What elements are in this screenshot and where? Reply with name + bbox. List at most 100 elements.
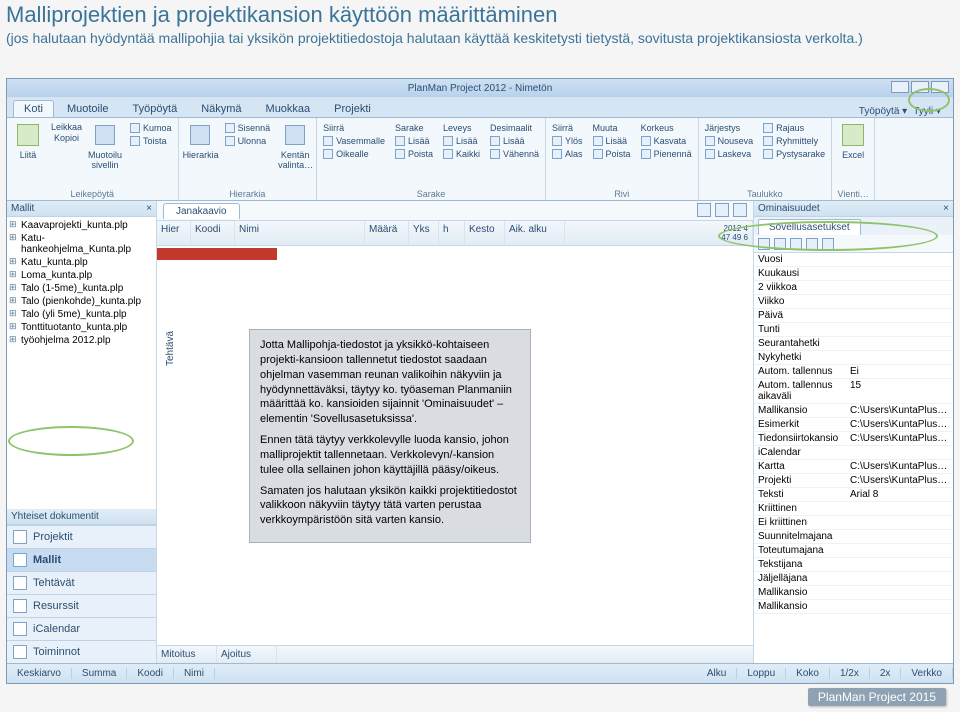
cut-button[interactable]: Leikkaa — [51, 122, 82, 132]
status-cell[interactable]: 2x — [870, 668, 902, 679]
property-row[interactable]: iCalendar — [754, 446, 953, 460]
foot-mitoitus[interactable]: Mitoitus — [157, 646, 217, 663]
col-left-button[interactable]: Vasemmalle — [321, 135, 387, 147]
tab-muokkaa[interactable]: Muokkaa — [255, 100, 322, 117]
property-row[interactable]: EsimerkitC:\Users\KuntaPlus\Documen… — [754, 418, 953, 432]
status-cell[interactable]: Summa — [72, 668, 127, 679]
indent-button[interactable]: Sisennä — [223, 122, 273, 134]
template-file[interactable]: Kaavaprojekti_kunta.plp — [7, 219, 156, 232]
redo-button[interactable]: Toista — [128, 135, 174, 147]
workspace-button[interactable]: Työpöytä ▾ — [859, 106, 907, 117]
property-row[interactable]: Autom. tallennus aikaväli15 — [754, 379, 953, 404]
property-row[interactable]: Ei kriittinen — [754, 516, 953, 530]
col-header[interactable]: h — [439, 221, 465, 245]
col-plus-button[interactable]: Lisää — [441, 135, 482, 147]
toolbar-icon[interactable] — [715, 203, 729, 217]
property-row[interactable]: Seurantahetki — [754, 337, 953, 351]
prop-icon[interactable] — [806, 238, 818, 250]
paste-button[interactable]: Liitä — [11, 120, 45, 170]
template-file[interactable]: Talo (1-5me)_kunta.plp — [7, 282, 156, 295]
property-row[interactable]: Suunnitelmajana — [754, 530, 953, 544]
col-decdec-button[interactable]: Vähennä — [488, 148, 541, 160]
status-cell[interactable]: Keskiarvo — [7, 668, 72, 679]
status-cell[interactable]: Koodi — [127, 668, 174, 679]
row-down-button[interactable]: Alas — [550, 148, 585, 160]
col-header[interactable]: Koodi — [191, 221, 235, 245]
template-file[interactable]: Katu_kunta.plp — [7, 256, 156, 269]
prop-icon[interactable] — [790, 238, 802, 250]
status-cell[interactable]: Nimi — [174, 668, 215, 679]
row-grow-button[interactable]: Kasvata — [639, 135, 694, 147]
status-cell[interactable]: Alku — [697, 668, 737, 679]
prop-icon[interactable] — [758, 238, 770, 250]
excel-button[interactable]: Excel — [836, 120, 870, 160]
nav-projektit[interactable]: Projektit — [7, 525, 156, 548]
status-cell[interactable]: Verkko — [901, 668, 953, 679]
property-row[interactable]: Nykyhetki — [754, 351, 953, 365]
template-file[interactable]: Tonttituotanto_kunta.plp — [7, 321, 156, 334]
tab-nakyma[interactable]: Näkymä — [190, 100, 252, 117]
format-painter-button[interactable]: Muotoilu sivellin — [88, 120, 122, 170]
property-row[interactable]: Mallikansio — [754, 600, 953, 614]
nav-tehtävät[interactable]: Tehtävät — [7, 571, 156, 594]
status-cell[interactable]: Loppu — [737, 668, 786, 679]
prop-icon[interactable] — [774, 238, 786, 250]
col-incdec-button[interactable]: Lisää — [488, 135, 541, 147]
nav-toiminnot[interactable]: Toiminnot — [7, 640, 156, 663]
tab-koti[interactable]: Koti — [13, 100, 54, 117]
field-select-button[interactable]: Kentän valinta… — [278, 120, 312, 170]
template-file[interactable]: Talo (pienkohde)_kunta.plp — [7, 295, 156, 308]
sort-desc-button[interactable]: Laskeva — [703, 148, 756, 160]
col-right-button[interactable]: Oikealle — [321, 148, 387, 160]
property-row[interactable]: Viikko — [754, 295, 953, 309]
status-cell[interactable]: 1/2x — [830, 668, 870, 679]
nav-mallit[interactable]: Mallit — [7, 548, 156, 571]
row-up-button[interactable]: Ylös — [550, 135, 585, 147]
close-icon[interactable]: × — [943, 203, 949, 214]
template-file[interactable]: Talo (yli 5me)_kunta.plp — [7, 308, 156, 321]
tab-projekti[interactable]: Projekti — [323, 100, 382, 117]
col-insert-button[interactable]: Lisää — [393, 135, 435, 147]
col-header[interactable]: Nimi — [235, 221, 365, 245]
tab-muotoile[interactable]: Muotoile — [56, 100, 120, 117]
nav-resurssit[interactable]: Resurssit — [7, 594, 156, 617]
outdent-button[interactable]: Ulonna — [223, 135, 273, 147]
nav-icalendar[interactable]: iCalendar — [7, 617, 156, 640]
property-row[interactable]: MallikansioC:\Users\KuntaPlus\Desktop\… — [754, 404, 953, 418]
row-del-button[interactable]: Poista — [591, 148, 633, 160]
col-header[interactable]: Hier — [157, 221, 191, 245]
maximize-button[interactable] — [911, 81, 929, 93]
foot-ajoitus[interactable]: Ajoitus — [217, 646, 277, 663]
prop-icon[interactable] — [822, 238, 834, 250]
col-header[interactable]: Aik. alku — [505, 221, 565, 245]
property-row[interactable]: 2 viikkoa — [754, 281, 953, 295]
properties-tab[interactable]: Sovellusasetukset — [758, 219, 861, 235]
col-remove-button[interactable]: Poista — [393, 148, 435, 160]
center-tab[interactable]: Janakaavio — [163, 203, 240, 219]
property-row[interactable]: Vuosi — [754, 253, 953, 267]
property-row[interactable]: TekstiArial 8 — [754, 488, 953, 502]
template-file[interactable]: Katu-hankeohjelma_Kunta.plp — [7, 232, 156, 256]
toolbar-icon[interactable] — [697, 203, 711, 217]
property-row[interactable]: Jäljelläjana — [754, 572, 953, 586]
tab-tyopoyda[interactable]: Työpöytä — [122, 100, 189, 117]
property-row[interactable]: Kriittinen — [754, 502, 953, 516]
undo-button[interactable]: Kumoa — [128, 122, 174, 134]
minimize-button[interactable] — [891, 81, 909, 93]
property-row[interactable]: Päivä — [754, 309, 953, 323]
close-button[interactable] — [931, 81, 949, 93]
col-header[interactable]: Yks — [409, 221, 439, 245]
row-shrink-button[interactable]: Pienennä — [639, 148, 694, 160]
property-row[interactable]: TiedonsiirtokansioC:\Users\KuntaPlus\Doc… — [754, 432, 953, 446]
status-cell[interactable]: Koko — [786, 668, 830, 679]
group-button[interactable]: Ryhmittely — [761, 135, 827, 147]
template-file[interactable]: Loma_kunta.plp — [7, 269, 156, 282]
vcol-button[interactable]: Pystysarake — [761, 148, 827, 160]
hierarchy-button[interactable]: Hierarkia — [183, 120, 217, 170]
property-row[interactable]: Tunti — [754, 323, 953, 337]
property-row[interactable]: Autom. tallennusEi — [754, 365, 953, 379]
toolbar-icon[interactable] — [733, 203, 747, 217]
property-row[interactable]: Mallikansio — [754, 586, 953, 600]
col-header[interactable]: Kesto — [465, 221, 505, 245]
property-row[interactable]: KarttaC:\Users\KuntaPlus\Documen… — [754, 460, 953, 474]
